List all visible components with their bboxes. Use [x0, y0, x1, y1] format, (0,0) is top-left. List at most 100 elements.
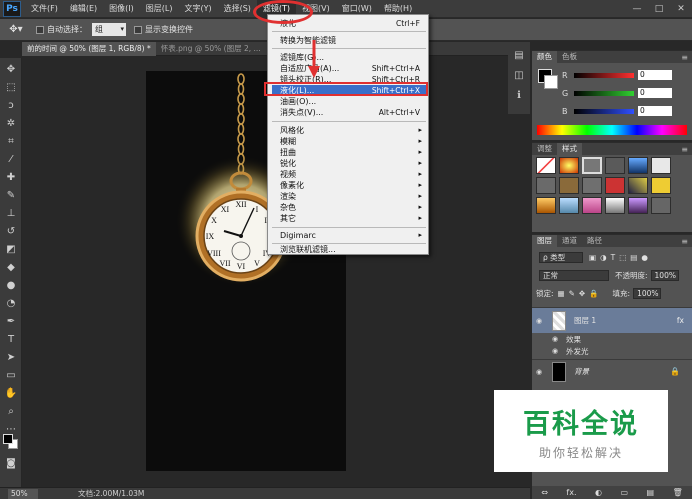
- red-slider[interactable]: [574, 72, 634, 78]
- tab-swatches[interactable]: 色板: [557, 51, 582, 63]
- menu-type[interactable]: 文字(Y): [178, 0, 217, 18]
- menu-layer[interactable]: 图层(L): [140, 0, 179, 18]
- hand-icon[interactable]: ✋: [3, 386, 19, 400]
- menu-item-digimarc[interactable]: Digimarc ▸: [272, 230, 426, 241]
- clone-stamp-icon[interactable]: ⊥: [3, 206, 19, 220]
- crop-icon[interactable]: ⌗: [3, 134, 19, 148]
- delete-layer-icon[interactable]: 🗑: [673, 488, 683, 497]
- menu-item-blur[interactable]: 模糊 ▸: [272, 136, 426, 147]
- style-swatch[interactable]: [536, 197, 556, 214]
- menu-item-video[interactable]: 视频 ▸: [272, 169, 426, 180]
- green-slider[interactable]: [574, 90, 634, 96]
- tab-color[interactable]: 颜色: [532, 51, 557, 63]
- properties-panel-icon[interactable]: ◫: [512, 68, 526, 82]
- style-swatch[interactable]: [605, 157, 625, 174]
- move-icon[interactable]: ✥: [3, 62, 19, 76]
- tab-styles[interactable]: 样式: [557, 143, 582, 155]
- menu-item-other[interactable]: 其它 ▸: [272, 213, 426, 224]
- style-swatch[interactable]: [582, 157, 602, 174]
- layer-name[interactable]: 图层 1: [574, 315, 596, 326]
- eraser-icon[interactable]: ◩: [3, 242, 19, 256]
- layer-row-layer1[interactable]: ◉ 图层 1 fx: [532, 307, 692, 333]
- menu-item-adaptive-wide-angle[interactable]: 自适应广角(A)...Shift+Ctrl+A: [272, 63, 426, 74]
- brush-icon[interactable]: ✎: [3, 188, 19, 202]
- auto-select-checkbox[interactable]: [36, 25, 44, 34]
- pen-icon[interactable]: ✒: [3, 314, 19, 328]
- new-group-icon[interactable]: ▭: [620, 488, 628, 497]
- menu-item-pixelate[interactable]: 像素化 ▸: [272, 180, 426, 191]
- menu-item-noise[interactable]: 杂色 ▸: [272, 202, 426, 213]
- style-swatch[interactable]: [628, 157, 648, 174]
- foreground-color-swatch[interactable]: [3, 434, 13, 444]
- zoom-icon[interactable]: ⌕: [3, 404, 19, 418]
- maximize-button[interactable]: □: [648, 0, 670, 18]
- link-layers-icon[interactable]: ⇔: [541, 488, 548, 497]
- menu-select[interactable]: 选择(S): [218, 0, 257, 18]
- style-swatch[interactable]: [536, 177, 556, 194]
- info-panel-icon[interactable]: ℹ: [512, 88, 526, 102]
- eyedropper-icon[interactable]: ⁄: [3, 152, 19, 166]
- auto-select-dropdown[interactable]: 组: [92, 23, 126, 36]
- blend-mode-dropdown[interactable]: 正常: [539, 270, 609, 281]
- move-tool-icon[interactable]: ✥▾: [4, 21, 28, 39]
- history-brush-icon[interactable]: ↺: [3, 224, 19, 238]
- style-swatch[interactable]: [559, 197, 579, 214]
- style-swatch[interactable]: [605, 177, 625, 194]
- layer-effects-row[interactable]: ◉ 效果: [532, 333, 692, 345]
- style-swatch[interactable]: [651, 157, 671, 174]
- panel-menu-icon[interactable]: ≡: [681, 237, 688, 246]
- paint-bucket-icon[interactable]: ◆: [3, 260, 19, 274]
- magic-wand-icon[interactable]: ✲: [3, 116, 19, 130]
- opacity-input[interactable]: 100%: [650, 270, 679, 281]
- tab-current-document[interactable]: 前的时间 @ 50% (图层 1, RGB/8) *: [22, 42, 156, 56]
- blue-slider[interactable]: [574, 108, 634, 114]
- tab-adjustments[interactable]: 调整: [532, 143, 557, 155]
- history-panel-icon[interactable]: ▤: [512, 48, 526, 62]
- visibility-eye-icon[interactable]: ◉: [532, 317, 546, 325]
- blur-icon[interactable]: ●: [3, 278, 19, 292]
- healing-brush-icon[interactable]: ✚: [3, 170, 19, 184]
- style-swatch[interactable]: [651, 177, 671, 194]
- menu-item-oil-paint[interactable]: 油画(O)...: [272, 96, 426, 107]
- color-spectrum-ramp[interactable]: [537, 125, 687, 135]
- layer-kind-filter[interactable]: ρ 类型: [539, 252, 583, 263]
- menu-item-convert-smart-filter[interactable]: 转换为智能滤镜: [272, 35, 426, 46]
- path-selection-icon[interactable]: ➤: [3, 350, 19, 364]
- menu-item-distort[interactable]: 扭曲 ▸: [272, 147, 426, 158]
- panel-menu-icon[interactable]: ≡: [681, 53, 688, 62]
- dodge-icon[interactable]: ◔: [3, 296, 19, 310]
- type-icon[interactable]: T: [3, 332, 19, 346]
- fx-badge-icon[interactable]: fx: [677, 316, 684, 325]
- style-swatch[interactable]: [559, 157, 579, 174]
- adjustment-layer-icon[interactable]: ◐: [595, 488, 602, 497]
- filter-type-icons[interactable]: ▣◑T⬚▤●: [589, 253, 652, 262]
- style-swatch[interactable]: [536, 157, 556, 174]
- menu-edit[interactable]: 编辑(E): [64, 0, 103, 18]
- menu-item-sharpen[interactable]: 锐化 ▸: [272, 158, 426, 169]
- quick-mask-icon[interactable]: ◙: [3, 456, 19, 470]
- visibility-eye-icon[interactable]: ◉: [548, 347, 562, 355]
- style-swatch[interactable]: [559, 177, 579, 194]
- menu-item-render[interactable]: 渲染 ▸: [272, 191, 426, 202]
- visibility-eye-icon[interactable]: ◉: [532, 368, 546, 376]
- panel-menu-icon[interactable]: ≡: [681, 145, 688, 154]
- style-swatch[interactable]: [605, 197, 625, 214]
- red-value-input[interactable]: 0: [638, 70, 672, 80]
- minimize-button[interactable]: —: [626, 0, 648, 18]
- green-value-input[interactable]: 0: [638, 88, 672, 98]
- lasso-icon[interactable]: ↄ: [3, 98, 19, 112]
- menu-item-vanishing-point[interactable]: 消失点(V)... Alt+Ctrl+V: [272, 107, 426, 118]
- tab-paths[interactable]: 路径: [582, 235, 607, 247]
- tab-channels[interactable]: 通道: [557, 235, 582, 247]
- menu-item-browse-online-filters[interactable]: 浏览联机滤镜...: [272, 244, 426, 255]
- style-swatch[interactable]: [628, 197, 648, 214]
- style-swatch[interactable]: [651, 197, 671, 214]
- menu-image[interactable]: 图像(I): [103, 0, 140, 18]
- tab-other-document[interactable]: 怀表.png @ 50% (图层 2, ...: [156, 42, 266, 56]
- layer-row-background[interactable]: ◉ 背景 🔒: [532, 359, 692, 383]
- shape-icon[interactable]: ▭: [3, 368, 19, 382]
- fill-input[interactable]: 100%: [633, 288, 662, 299]
- add-style-icon[interactable]: fx.: [566, 488, 576, 497]
- marquee-icon[interactable]: ⬚: [3, 80, 19, 94]
- style-swatch[interactable]: [582, 197, 602, 214]
